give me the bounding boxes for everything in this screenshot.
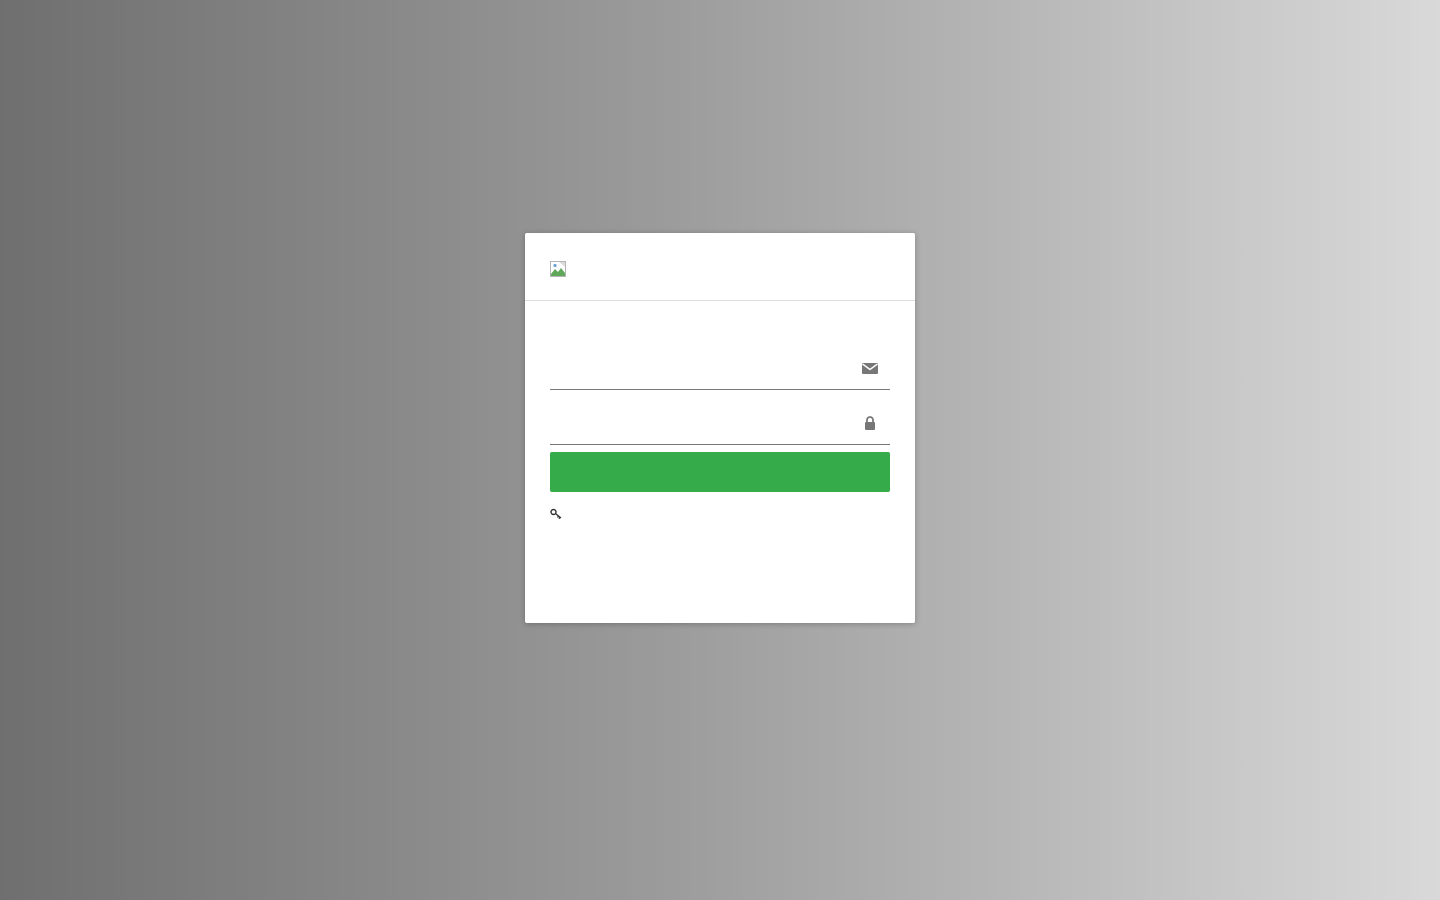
- key-icon: [550, 508, 562, 520]
- password-field[interactable]: [550, 401, 850, 443]
- password-field-wrapper: [550, 401, 890, 445]
- lock-icon: [862, 415, 878, 431]
- broken-image-icon: [550, 261, 566, 277]
- forgot-password-link[interactable]: [550, 507, 562, 521]
- login-card: [525, 233, 915, 623]
- card-header: [525, 233, 915, 301]
- envelope-icon: [862, 360, 878, 376]
- login-button[interactable]: [550, 452, 890, 492]
- email-field-wrapper: [550, 346, 890, 390]
- email-field[interactable]: [550, 346, 850, 388]
